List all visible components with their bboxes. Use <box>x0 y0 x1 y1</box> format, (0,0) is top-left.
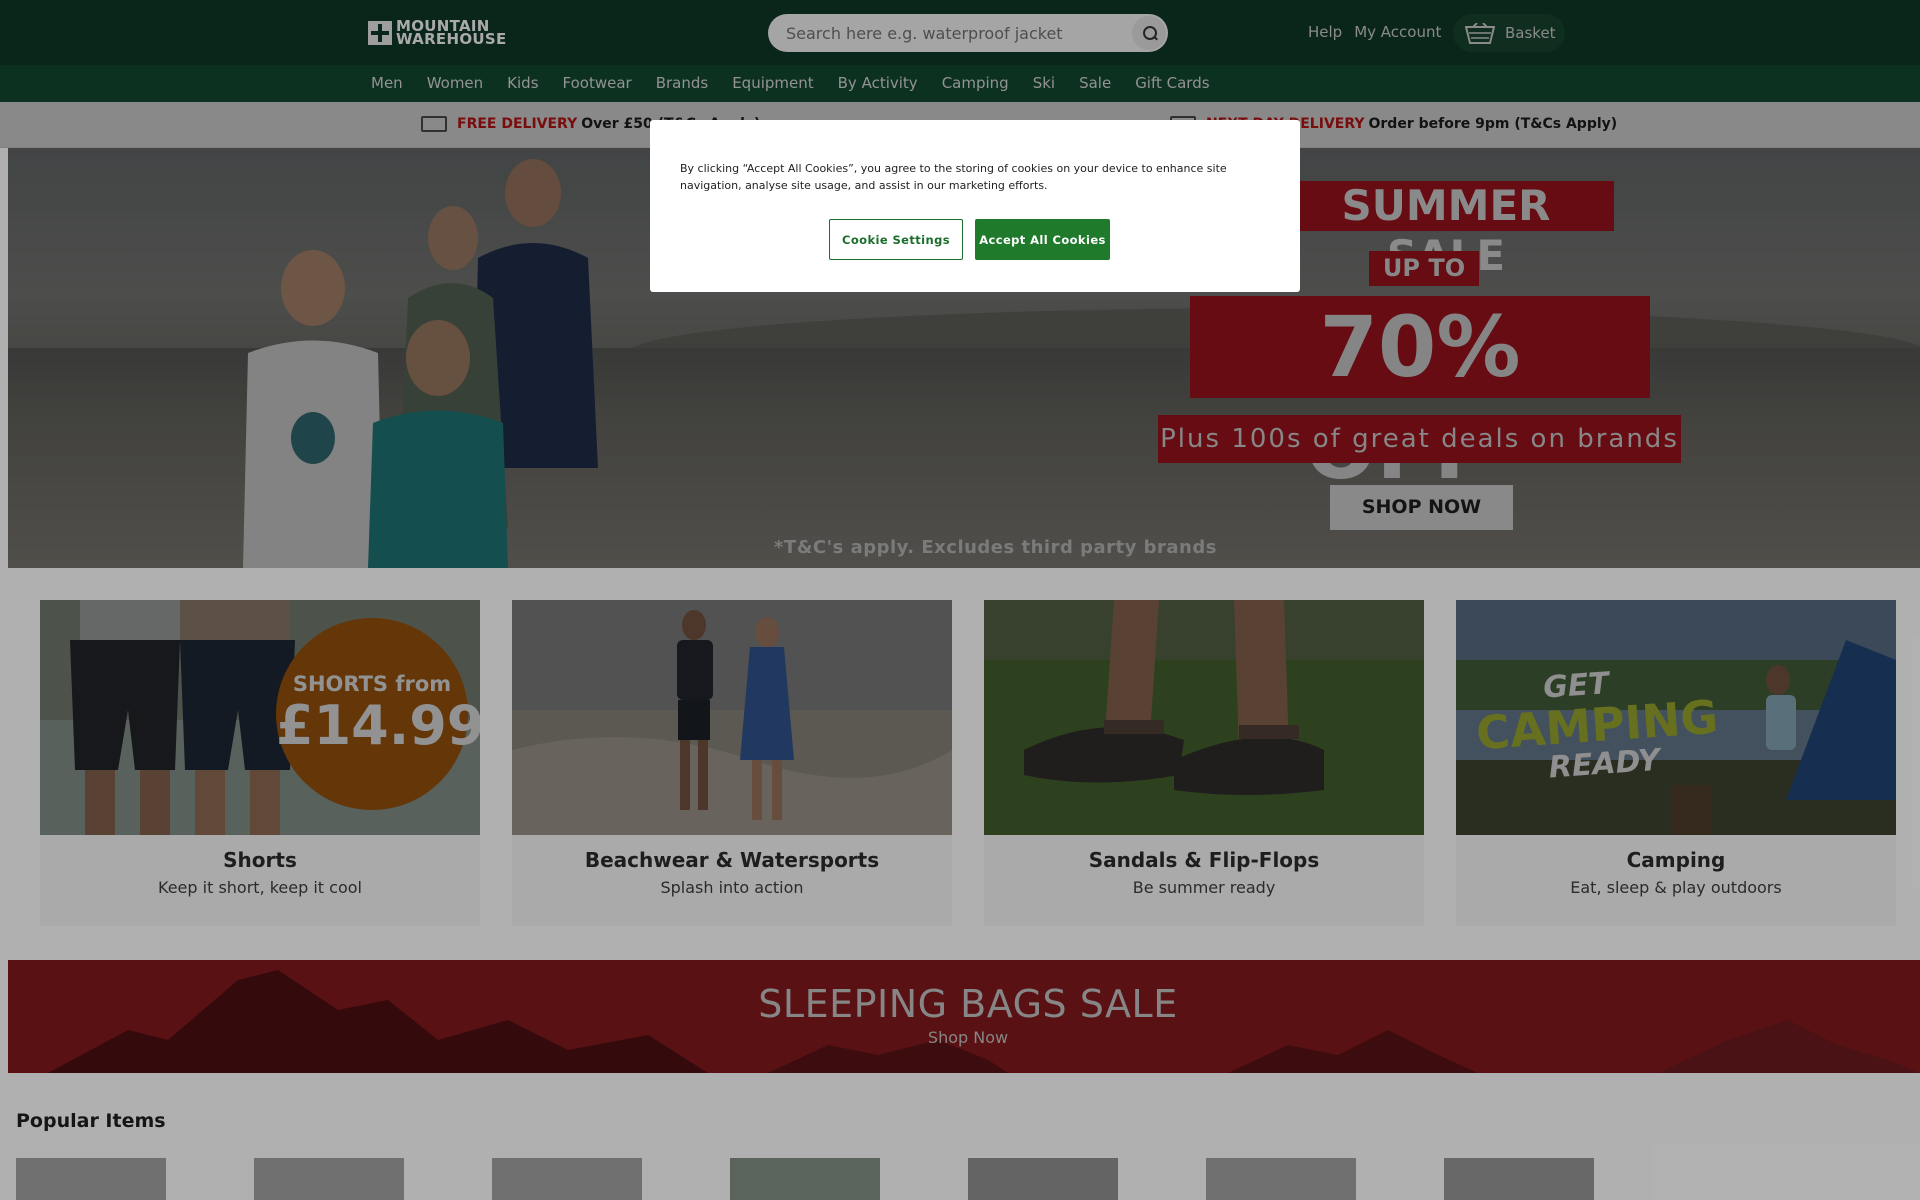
nav-item-by-activity[interactable]: By Activity <box>838 74 918 92</box>
shorts-badge-line-1: SHORTS from <box>292 672 452 696</box>
nav-item-sale[interactable]: Sale <box>1079 74 1111 92</box>
card-title: Camping <box>1626 848 1726 872</box>
nav-item-gift-cards[interactable]: Gift Cards <box>1135 74 1209 92</box>
nav-item-equipment[interactable]: Equipment <box>732 74 813 92</box>
popular-item-thumbnail[interactable] <box>1206 1158 1356 1200</box>
shorts-image: SHORTS from £14.99 <box>40 600 480 835</box>
card-title: Shorts <box>223 848 297 872</box>
popular-item-thumbnail[interactable] <box>968 1158 1118 1200</box>
main-navigation: Men Women Kids Footwear Brands Equipment… <box>0 65 1920 102</box>
beachwear-image <box>512 600 952 835</box>
popular-item-thumbnail[interactable] <box>16 1158 166 1200</box>
shop-now-button[interactable]: SHOP NOW <box>1330 485 1513 530</box>
usp-next-day-text: Order before 9pm (T&Cs Apply) <box>1368 116 1618 132</box>
accept-all-cookies-button[interactable]: Accept All Cookies <box>975 219 1110 260</box>
card-subtitle: Eat, sleep & play outdoors <box>1570 878 1782 897</box>
hero-terms: *T&C's apply. Excludes third party brand… <box>774 537 1217 558</box>
nav-item-women[interactable]: Women <box>427 74 483 92</box>
category-card-camping[interactable]: GET CAMPING READY Camping Eat, sleep & p… <box>1456 600 1896 926</box>
nav-item-brands[interactable]: Brands <box>656 74 709 92</box>
nav-item-kids[interactable]: Kids <box>507 74 538 92</box>
nav-item-camping[interactable]: Camping <box>942 74 1009 92</box>
search-input[interactable] <box>768 14 1128 52</box>
sleeping-bags-title: SLEEPING BAGS SALE <box>758 982 1178 1026</box>
sleeping-bags-shop-now[interactable]: Shop Now <box>8 1028 1920 1047</box>
sale-deals-text: Plus 100s of great deals on brands <box>1158 415 1681 463</box>
cookie-consent-text: By clicking “Accept All Cookies”, you ag… <box>680 162 1227 192</box>
nav-item-footwear[interactable]: Footwear <box>563 74 632 92</box>
help-link[interactable]: Help <box>1308 23 1342 41</box>
search-bar <box>768 14 1168 52</box>
card-title: Sandals & Flip-Flops <box>1088 848 1320 872</box>
shorts-badge-price: £14.99 <box>276 694 480 757</box>
hero-family-image <box>188 148 648 568</box>
sleeping-bags-banner[interactable]: SLEEPING BAGS SALE Shop Now <box>8 960 1920 1073</box>
basket-button[interactable]: Basket <box>1453 14 1565 52</box>
popular-item-thumbnail[interactable] <box>492 1158 642 1200</box>
my-account-link[interactable]: My Account <box>1354 23 1441 41</box>
popular-item-thumbnail[interactable] <box>730 1158 880 1200</box>
camping-overlay-text: GET CAMPING READY <box>1472 657 1722 794</box>
popular-item-thumbnail[interactable] <box>1444 1158 1594 1200</box>
shorts-price-badge: SHORTS from £14.99 <box>276 618 480 810</box>
top-header: MOUNTAIN WAREHOUSE Help My Account Baske… <box>0 0 1920 65</box>
sandals-image <box>984 600 1424 835</box>
delivery-truck-icon <box>421 116 447 132</box>
category-card-shorts[interactable]: SHORTS from £14.99 Shorts Keep it short,… <box>40 600 480 926</box>
site-logo[interactable]: MOUNTAIN WAREHOUSE <box>368 19 507 48</box>
sale-title: SUMMER SALE <box>1278 181 1614 280</box>
search-icon[interactable] <box>1132 16 1166 50</box>
logo-line-2: WAREHOUSE <box>396 30 507 48</box>
nav-item-ski[interactable]: Ski <box>1033 74 1055 92</box>
sale-up-to: UP TO <box>1369 251 1479 286</box>
card-subtitle: Be summer ready <box>1132 878 1276 897</box>
camping-image: GET CAMPING READY <box>1456 600 1896 835</box>
category-card-beachwear[interactable]: Beachwear & Watersports Splash into acti… <box>512 600 952 926</box>
popular-items-heading: Popular Items <box>16 1110 166 1132</box>
account-links: Help My Account <box>1308 23 1441 41</box>
card-subtitle: Splash into action <box>660 878 804 897</box>
usp-free-delivery-highlight: FREE DELIVERY <box>457 116 578 132</box>
category-cards: SHORTS from £14.99 Shorts Keep it short,… <box>40 600 1896 926</box>
logo-cross-icon <box>368 21 392 45</box>
cookie-settings-button[interactable]: Cookie Settings <box>829 219 963 260</box>
popular-item-thumbnail[interactable] <box>254 1158 404 1200</box>
cookie-consent-dialog: By clicking “Accept All Cookies”, you ag… <box>650 120 1300 292</box>
category-card-sandals[interactable]: Sandals & Flip-Flops Be summer ready <box>984 600 1424 926</box>
card-title: Beachwear & Watersports <box>584 848 880 872</box>
sale-percent-off: 70% OFF* <box>1190 296 1650 498</box>
card-subtitle: Keep it short, keep it cool <box>158 878 362 897</box>
basket-icon <box>1465 23 1495 44</box>
nav-item-men[interactable]: Men <box>371 74 403 92</box>
basket-label: Basket <box>1505 24 1556 42</box>
